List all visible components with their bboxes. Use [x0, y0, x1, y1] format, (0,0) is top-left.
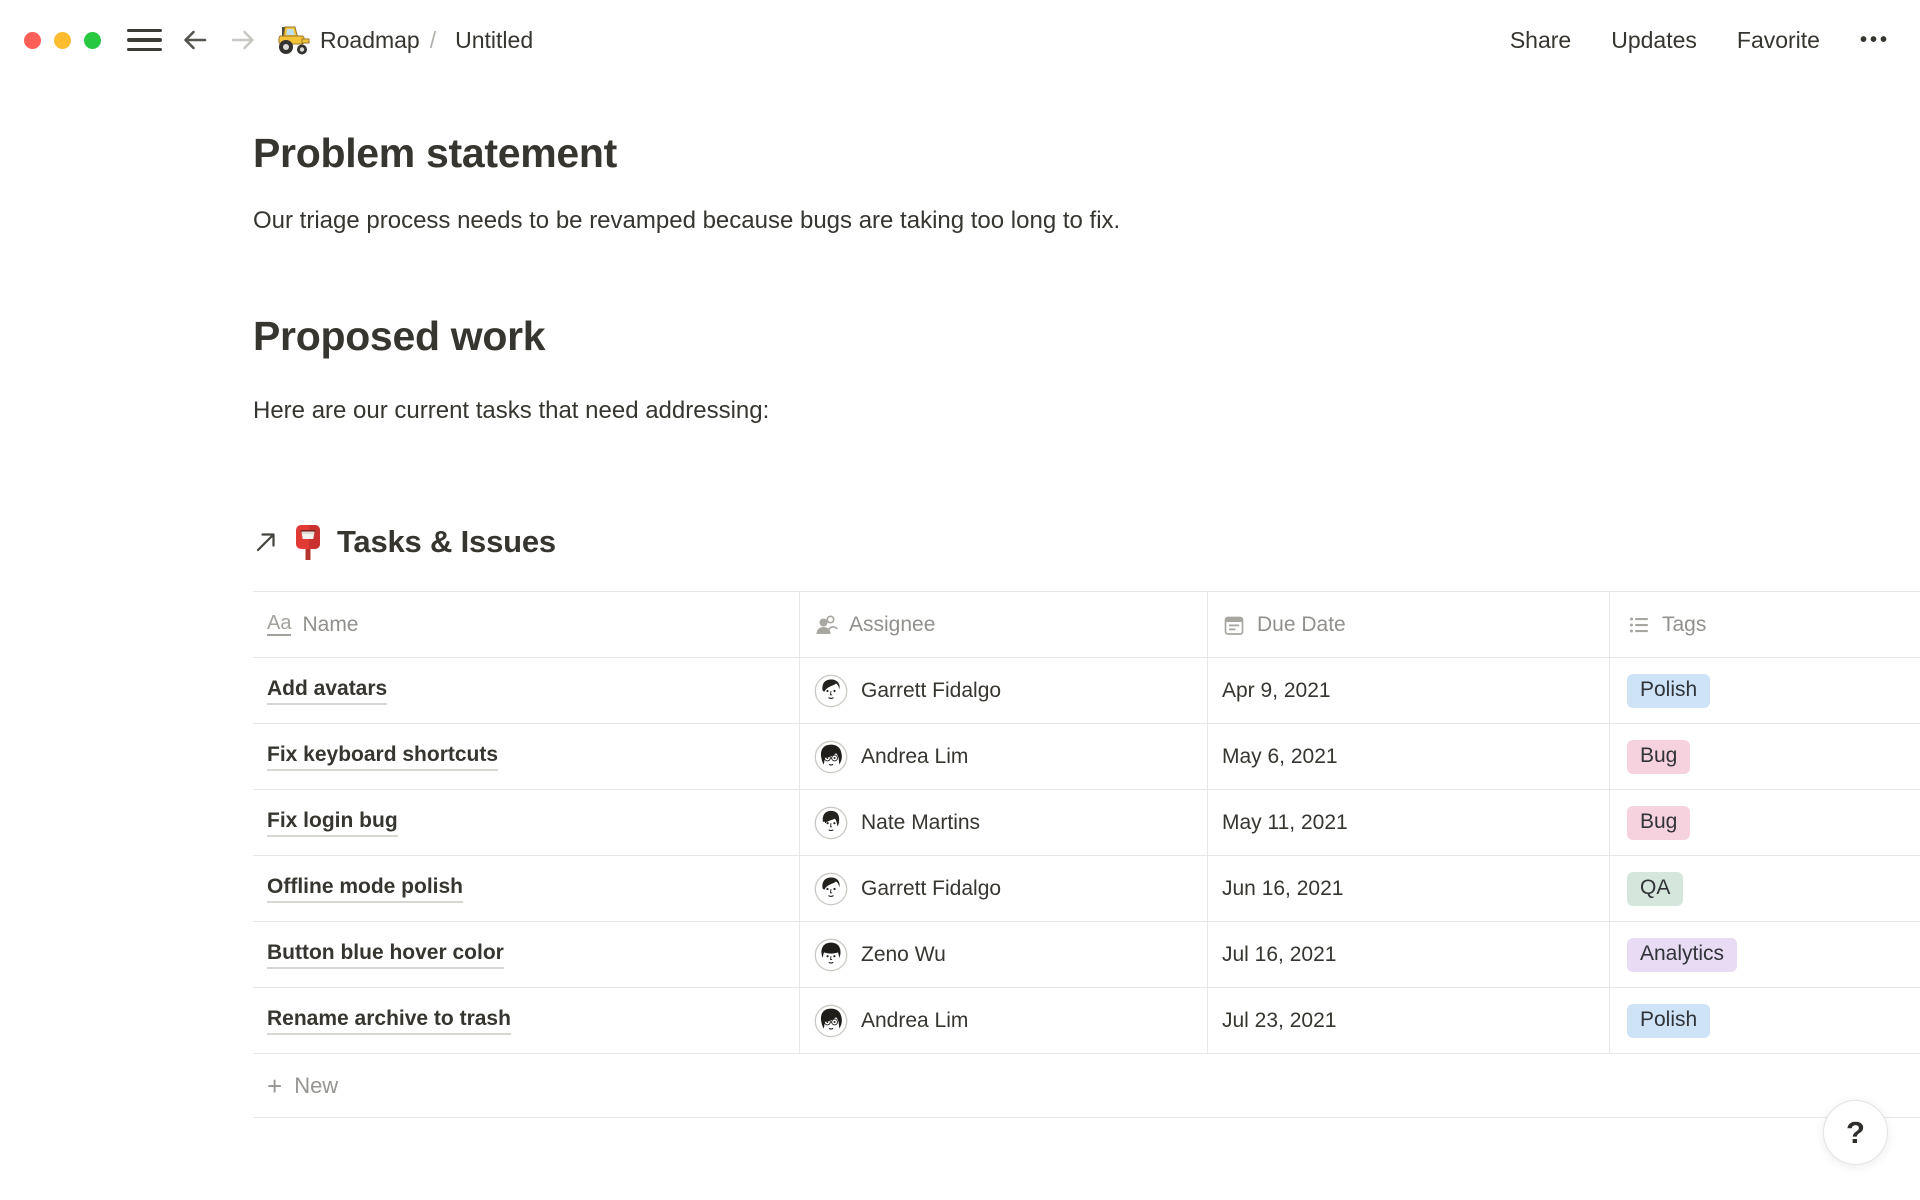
- tags-cell[interactable]: QA: [1610, 856, 1920, 921]
- tasks-table: Aa Name Assignee Due Dat: [253, 591, 1920, 1118]
- avatar: [814, 938, 848, 972]
- column-header-assignee[interactable]: Assignee: [800, 592, 1208, 657]
- help-button[interactable]: ?: [1823, 1100, 1888, 1165]
- task-name-cell[interactable]: Add avatars: [253, 658, 800, 723]
- column-label: Name: [302, 613, 358, 637]
- problem-statement-heading: Problem statement: [253, 130, 1920, 177]
- topbar-actions: Share Updates Favorite •••: [1510, 27, 1890, 54]
- avatar: [814, 806, 848, 840]
- column-label: Tags: [1662, 613, 1706, 637]
- window-controls: [24, 32, 101, 49]
- assignee-cell[interactable]: Zeno Wu: [800, 922, 1208, 987]
- calendar-icon: [1222, 613, 1246, 637]
- minimize-button[interactable]: [54, 32, 71, 49]
- person-icon: [814, 613, 838, 637]
- task-name-cell[interactable]: Rename archive to trash: [253, 988, 800, 1053]
- avatar: [814, 740, 848, 774]
- list-icon: [1627, 613, 1651, 637]
- tags-cell[interactable]: Analytics: [1610, 922, 1920, 987]
- breadcrumb-current[interactable]: Untitled: [455, 27, 533, 54]
- postbox-icon: [292, 523, 324, 561]
- tag-chip: Analytics: [1627, 938, 1737, 972]
- forward-button[interactable]: [228, 25, 258, 55]
- table-row: Fix keyboard shortcuts Andrea Lim May 6,…: [253, 724, 1920, 790]
- question-mark-icon: ?: [1846, 1115, 1865, 1151]
- assignee-cell[interactable]: Nate Martins: [800, 790, 1208, 855]
- share-button[interactable]: Share: [1510, 27, 1571, 54]
- table-header-row: Aa Name Assignee Due Dat: [253, 591, 1920, 658]
- back-button[interactable]: [180, 25, 210, 55]
- table-row: Add avatars Garrett Fidalgo Apr 9, 2021 …: [253, 658, 1920, 724]
- due-date-cell[interactable]: Jun 16, 2021: [1208, 856, 1610, 921]
- avatar: [814, 872, 848, 906]
- close-button[interactable]: [24, 32, 41, 49]
- tags-cell[interactable]: Polish: [1610, 658, 1920, 723]
- zoom-button[interactable]: [84, 32, 101, 49]
- tag-chip: Bug: [1627, 740, 1690, 774]
- task-name-cell[interactable]: Fix login bug: [253, 790, 800, 855]
- due-date-cell[interactable]: May 6, 2021: [1208, 724, 1610, 789]
- tags-cell[interactable]: Bug: [1610, 724, 1920, 789]
- due-date-cell[interactable]: Jul 16, 2021: [1208, 922, 1610, 987]
- more-button[interactable]: •••: [1860, 29, 1890, 52]
- table-row: Offline mode polish Garrett Fidalgo Jun …: [253, 856, 1920, 922]
- tag-chip: Polish: [1627, 1004, 1710, 1038]
- proposed-work-heading: Proposed work: [253, 313, 1920, 360]
- due-date-cell[interactable]: Jul 23, 2021: [1208, 988, 1610, 1053]
- table-row: Button blue hover color Zeno Wu Jul 16, …: [253, 922, 1920, 988]
- tag-chip: Bug: [1627, 806, 1690, 840]
- assignee-cell[interactable]: Andrea Lim: [800, 724, 1208, 789]
- assignee-cell[interactable]: Garrett Fidalgo: [800, 856, 1208, 921]
- column-header-due-date[interactable]: Due Date: [1208, 592, 1610, 657]
- favorite-button[interactable]: Favorite: [1737, 27, 1820, 54]
- collection-title[interactable]: Tasks & Issues: [337, 524, 556, 560]
- assignee-cell[interactable]: Andrea Lim: [800, 988, 1208, 1053]
- column-header-name[interactable]: Aa Name: [253, 592, 800, 657]
- task-name-cell[interactable]: Offline mode polish: [253, 856, 800, 921]
- assignee-cell[interactable]: Garrett Fidalgo: [800, 658, 1208, 723]
- task-name-cell[interactable]: Button blue hover color: [253, 922, 800, 987]
- proposed-work-text: Here are our current tasks that need add…: [253, 394, 1920, 427]
- table-row: Fix login bug Nate Martins May 11, 2021 …: [253, 790, 1920, 856]
- task-name-cell[interactable]: Fix keyboard shortcuts: [253, 724, 800, 789]
- column-label: Due Date: [1257, 613, 1346, 637]
- due-date-cell[interactable]: Apr 9, 2021: [1208, 658, 1610, 723]
- plus-icon: +: [267, 1073, 282, 1099]
- avatar: [814, 674, 848, 708]
- new-row-label: New: [294, 1073, 338, 1099]
- breadcrumb-separator: /: [430, 27, 436, 54]
- tags-cell[interactable]: Bug: [1610, 790, 1920, 855]
- column-header-tags[interactable]: Tags: [1610, 592, 1920, 657]
- tag-chip: Polish: [1627, 674, 1710, 708]
- updates-button[interactable]: Updates: [1611, 27, 1697, 54]
- arrow-left-icon: [180, 25, 210, 55]
- window-titlebar: Roadmap / Untitled Share Updates Favorit…: [0, 0, 1920, 80]
- tractor-icon: [274, 24, 311, 56]
- arrow-up-right-icon[interactable]: [253, 529, 279, 555]
- tag-chip: QA: [1627, 872, 1683, 906]
- text-icon: Aa: [267, 613, 291, 636]
- column-label: Assignee: [849, 613, 935, 637]
- due-date-cell[interactable]: May 11, 2021: [1208, 790, 1610, 855]
- table-row: Rename archive to trash Andrea Lim Jul 2…: [253, 988, 1920, 1054]
- sidebar-toggle-button[interactable]: [127, 29, 162, 52]
- breadcrumb-parent[interactable]: Roadmap: [320, 27, 420, 54]
- arrow-right-icon: [228, 25, 258, 55]
- tags-cell[interactable]: Polish: [1610, 988, 1920, 1053]
- problem-statement-text: Our triage process needs to be revamped …: [253, 204, 1920, 237]
- collection-header: Tasks & Issues: [253, 523, 1920, 561]
- page-content: Problem statement Our triage process nee…: [0, 0, 1920, 1118]
- new-row-button[interactable]: + New: [253, 1054, 1920, 1118]
- avatar: [814, 1004, 848, 1038]
